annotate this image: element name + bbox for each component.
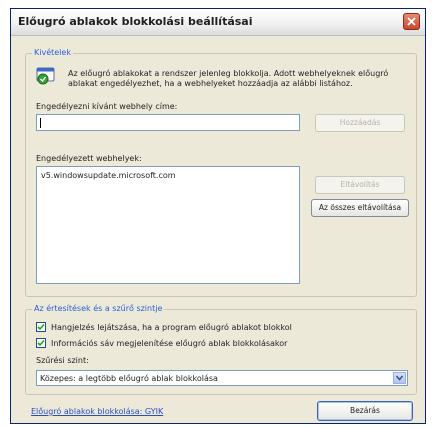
exceptions-description-line1: Az előugró ablakokat a rendszer jelenleg… <box>68 69 389 78</box>
play-sound-label: Hangjelzés lejátszása, ha a program előu… <box>51 323 292 332</box>
window-title: Előugró ablakok blokkolási beállításai <box>18 15 253 28</box>
add-button[interactable]: Hozzáadás <box>315 114 405 132</box>
address-label: Engedélyezni kívánt webhely címe: <box>36 102 178 111</box>
text-cursor <box>40 118 41 128</box>
title-bar: Előugró ablakok blokkolási beállításai <box>11 9 425 36</box>
play-sound-checkbox[interactable] <box>36 322 46 332</box>
checkmark-icon <box>37 323 45 331</box>
list-item[interactable]: v5.windowsupdate.microsoft.com <box>41 171 176 180</box>
dropdown-arrow[interactable] <box>393 372 406 384</box>
exceptions-group-label: Kivételek <box>32 48 73 57</box>
allowed-sites-list[interactable]: v5.windowsupdate.microsoft.com <box>36 166 300 284</box>
show-infobar-checkbox[interactable] <box>36 338 46 348</box>
faq-link[interactable]: Előugró ablakok blokkolása: GYIK <box>31 407 163 416</box>
close-icon <box>407 17 416 26</box>
remove-button[interactable]: Eltávolítás <box>315 176 405 194</box>
remove-all-button[interactable]: Az összes eltávolítása <box>311 199 409 217</box>
filter-level-value: Közepes: a legtöbb előugró ablak blokkol… <box>40 374 218 383</box>
chevron-down-icon <box>396 375 403 381</box>
allowed-sites-label: Engedélyezett webhelyek: <box>36 154 142 163</box>
close-button[interactable]: Bezárás <box>317 401 413 421</box>
close-window-button[interactable] <box>403 13 420 30</box>
exceptions-description-line2: ablakat engedélyezhet, ha a webhelyeket … <box>68 79 353 88</box>
exceptions-group: Kivételek Az előugró ablakokat a rendsze… <box>25 48 417 297</box>
address-input[interactable] <box>36 114 300 131</box>
notifications-group: Az értesítések és a szűrő szintje Hangje… <box>25 304 417 395</box>
checkmark-icon <box>37 339 45 347</box>
popup-blocked-icon <box>36 67 55 85</box>
filter-level-select[interactable]: Közepes: a legtöbb előugró ablak blokkol… <box>36 370 408 386</box>
notifications-group-label: Az értesítések és a szűrő szintje <box>32 304 165 313</box>
filter-level-label: Szűrési szint: <box>36 356 89 365</box>
popup-blocker-settings-dialog: Előugró ablakok blokkolási beállításai K… <box>10 8 426 424</box>
show-infobar-label: Információs sáv megjelenítése előugró ab… <box>51 339 288 348</box>
